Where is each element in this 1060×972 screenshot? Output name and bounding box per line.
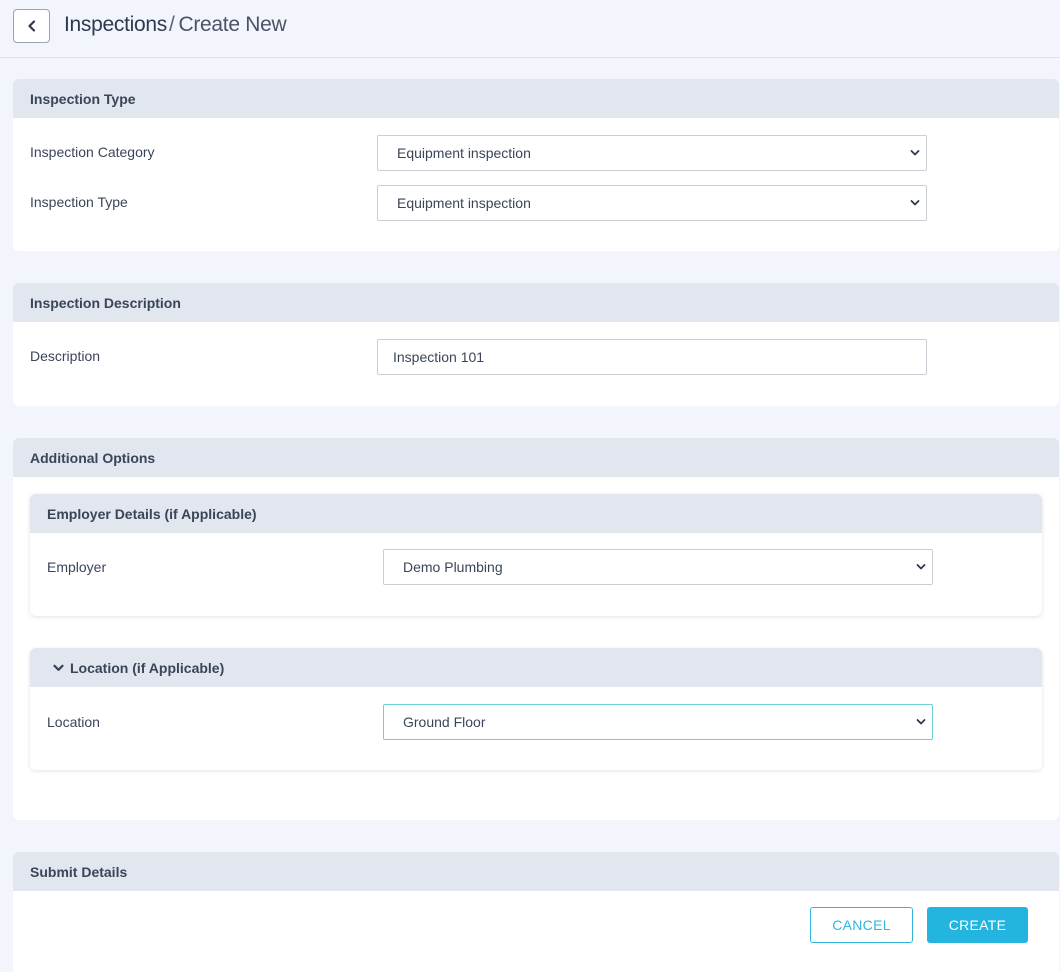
back-button[interactable]	[13, 9, 50, 43]
breadcrumb-inspections[interactable]: Inspections	[64, 13, 167, 36]
panel-heading: Submit Details	[13, 852, 1059, 891]
breadcrumb-separator: /	[168, 13, 175, 36]
breadcrumb-current: Create New	[178, 13, 287, 36]
location-select[interactable]: Ground Floor	[383, 704, 933, 740]
page: Inspections/Create New Inspection Type I…	[0, 0, 1060, 972]
employer-details-heading: Employer Details (if Applicable)	[30, 494, 1042, 533]
page-header: Inspections/Create New	[0, 0, 1060, 58]
inspection-category-value: Equipment inspection	[397, 145, 531, 161]
employer-select[interactable]: Demo Plumbing	[383, 549, 933, 585]
chevron-down-icon	[916, 564, 926, 570]
location-label: Location	[47, 714, 100, 730]
panel-heading: Additional Options	[13, 438, 1059, 477]
create-button[interactable]: CREATE	[927, 907, 1028, 943]
location-heading-label: Location (if Applicable)	[70, 659, 225, 676]
description-row: Description Inspection 101	[30, 339, 1059, 375]
inspection-category-label: Inspection Category	[30, 144, 155, 160]
employer-details-panel: Employer Details (if Applicable) Employe…	[30, 494, 1042, 616]
description-input[interactable]: Inspection 101	[377, 339, 927, 375]
inspection-type-value: Equipment inspection	[397, 195, 531, 211]
panel-heading: Inspection Description	[13, 283, 1059, 322]
inspection-description-panel: Inspection Description Description Inspe…	[13, 283, 1059, 406]
employer-label: Employer	[47, 559, 107, 575]
page-title: Inspections/Create New	[64, 13, 287, 37]
employer-value: Demo Plumbing	[403, 559, 503, 575]
panel-heading: Inspection Type	[13, 79, 1059, 118]
inspection-type-select[interactable]: Equipment inspection	[377, 185, 927, 221]
description-value: Inspection 101	[393, 349, 485, 365]
inspection-type-label: Inspection Type	[30, 194, 128, 210]
inspection-type-panel: Inspection Type Inspection Category Equi…	[13, 79, 1059, 251]
inspection-type-row: Inspection Type Equipment inspection	[30, 185, 1059, 221]
location-row: Location Ground Floor	[47, 704, 1042, 740]
submit-details-panel: Submit Details CANCEL CREATE	[13, 852, 1059, 972]
inspection-category-select[interactable]: Equipment inspection	[377, 135, 927, 171]
chevron-down-icon	[916, 719, 926, 725]
location-heading[interactable]: Location (if Applicable)	[30, 648, 1042, 687]
chevron-down-icon	[53, 664, 64, 671]
chevron-down-icon	[910, 150, 920, 156]
location-value: Ground Floor	[403, 714, 486, 730]
chevron-left-icon	[27, 20, 35, 32]
cancel-button[interactable]: CANCEL	[810, 907, 913, 943]
inspection-category-row: Inspection Category Equipment inspection	[30, 135, 1059, 171]
location-panel: Location (if Applicable) Location Ground…	[30, 648, 1042, 770]
chevron-down-icon	[910, 200, 920, 206]
employer-row: Employer Demo Plumbing	[47, 549, 1042, 585]
description-label: Description	[30, 348, 101, 364]
additional-options-panel: Additional Options Employer Details (if …	[13, 438, 1059, 820]
